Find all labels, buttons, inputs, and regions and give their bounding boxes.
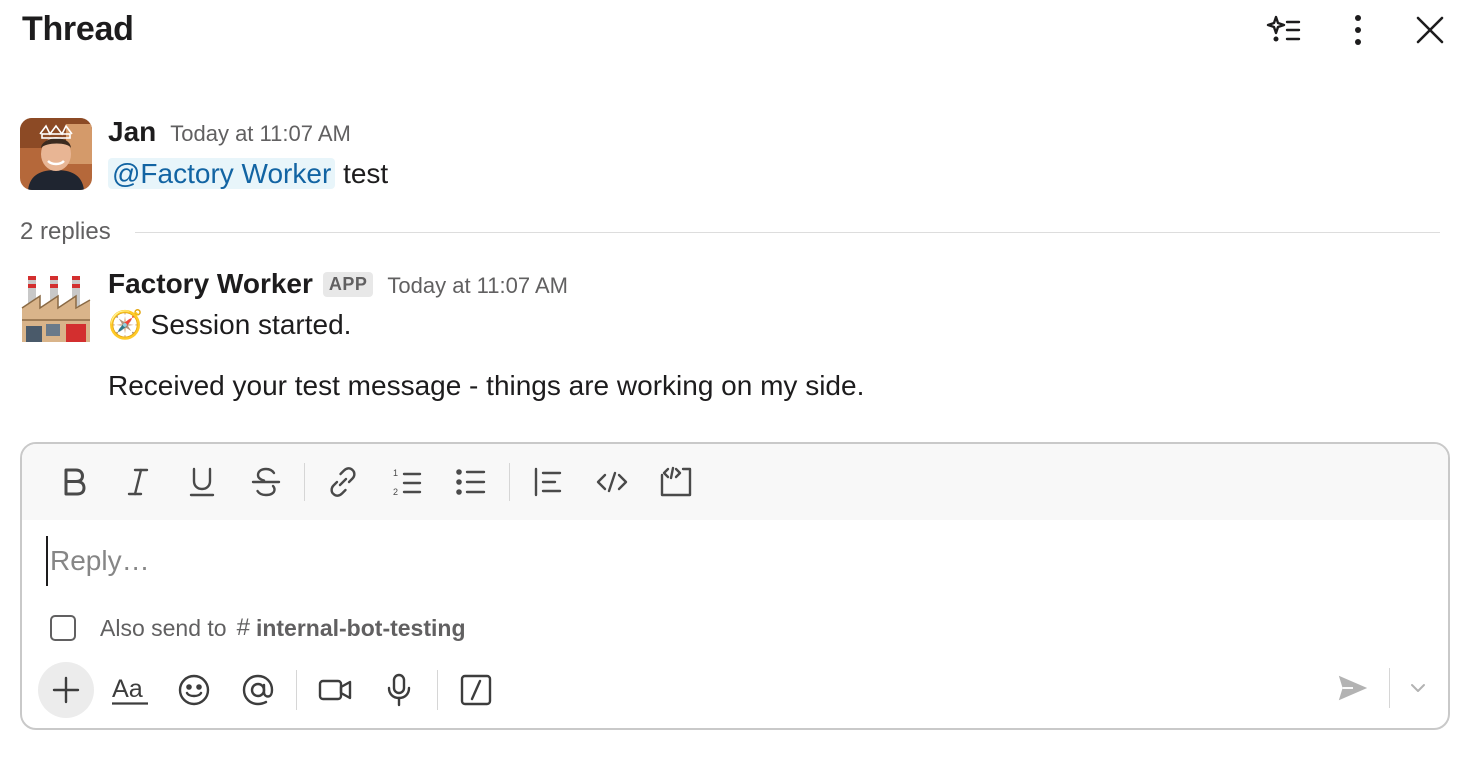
svg-text:Aa: Aa [112, 675, 144, 703]
channel-name: internal-bot-testing [255, 614, 466, 641]
plus-icon [52, 676, 80, 704]
link-button[interactable] [311, 454, 375, 510]
send-button[interactable] [1325, 660, 1381, 716]
code-button[interactable] [580, 454, 644, 510]
emoji-button[interactable] [162, 662, 226, 718]
replies-count: 2 replies [20, 218, 111, 245]
bold-icon [64, 468, 86, 496]
send-controls [1325, 660, 1438, 716]
emoji-icon [178, 674, 210, 706]
svg-text:1: 1 [393, 468, 398, 478]
user-mention[interactable]: @Factory Worker [108, 158, 336, 189]
reply-message-line1: 🧭 Session started. [108, 308, 351, 341]
italic-button[interactable] [106, 454, 170, 510]
ordered-list-button[interactable]: 1 2 [375, 454, 439, 510]
also-send-label: Also send to [100, 614, 227, 641]
link-icon [330, 467, 356, 497]
parent-message: Jan Today at 11:07 AM @Factory Worker te… [0, 112, 1480, 208]
avatar-jan[interactable] [20, 118, 92, 190]
compass-emoji: 🧭 [108, 309, 143, 340]
blockquote-button[interactable] [516, 454, 580, 510]
actions-separator [296, 670, 297, 710]
send-icon [1338, 675, 1368, 701]
code-icon [596, 471, 628, 493]
underline-button[interactable] [170, 454, 234, 510]
formatting-toggle-button[interactable]: Aa [98, 662, 162, 718]
chevron-down-icon [1411, 684, 1425, 692]
channel-hash-icon: # [236, 614, 250, 641]
video-clip-button[interactable] [303, 662, 367, 718]
thread-header: Thread [0, 0, 1480, 60]
code-block-icon [660, 466, 692, 497]
formatting-toolbar: 1 2 [22, 444, 1448, 520]
timestamp[interactable]: Today at 11:07 AM [170, 121, 351, 147]
factory-icon [20, 270, 92, 342]
ai-summary-icon [1266, 15, 1301, 42]
reply-message-header: Factory Worker APP Today at 11:07 AM [108, 268, 568, 300]
thread-title: Thread [22, 10, 134, 48]
close-icon [1416, 16, 1444, 44]
underline-icon [189, 467, 215, 497]
send-separator [1389, 668, 1390, 708]
toolbar-separator [509, 463, 510, 501]
reply-message-line2: Received your test message - things are … [108, 370, 865, 401]
reply-message: Factory Worker APP Today at 11:07 AM 🧭 S… [0, 264, 1480, 414]
replies-divider: 2 replies [20, 218, 1440, 246]
bulleted-list-button[interactable] [439, 454, 503, 510]
reply-input[interactable] [46, 536, 1426, 586]
user-photo [20, 118, 92, 190]
mention-icon [242, 674, 274, 706]
bulleted-list-icon [456, 469, 486, 495]
parent-message-body: @Factory Worker test [108, 158, 388, 190]
composer-actions: Aa [38, 660, 1438, 720]
timestamp[interactable]: Today at 11:07 AM [387, 273, 568, 299]
slash-command-icon [460, 674, 492, 706]
more-options-button[interactable] [1336, 8, 1380, 52]
app-badge: APP [322, 272, 374, 297]
mention-button[interactable] [226, 662, 290, 718]
bold-button[interactable] [42, 454, 106, 510]
code-block-button[interactable] [644, 454, 708, 510]
actions-separator [437, 670, 438, 710]
author-name[interactable]: Jan [108, 116, 156, 148]
also-send-row: Also send to # internal-bot-testing [50, 614, 466, 642]
toolbar-separator [304, 463, 305, 501]
author-name[interactable]: Factory Worker [108, 268, 313, 300]
close-thread-button[interactable] [1408, 8, 1452, 52]
divider-line [134, 231, 1440, 233]
parent-message-header: Jan Today at 11:07 AM [108, 116, 351, 148]
italic-icon [127, 468, 149, 496]
audio-clip-button[interactable] [367, 662, 431, 718]
strikethrough-icon [251, 467, 281, 497]
more-vertical-icon [1355, 15, 1361, 45]
video-icon [318, 679, 352, 701]
reply-composer: 1 2 Reply… Also send to # internal-bot-t… [20, 442, 1450, 730]
microphone-icon [387, 673, 411, 707]
svg-text:2: 2 [393, 487, 398, 497]
also-send-checkbox[interactable] [50, 615, 76, 641]
message-text: test [343, 158, 389, 189]
schedule-dropdown-button[interactable] [1398, 660, 1438, 716]
ordered-list-icon: 1 2 [393, 468, 422, 497]
formatting-icon: Aa [112, 675, 148, 705]
blockquote-icon [534, 467, 562, 497]
slash-command-button[interactable] [444, 662, 508, 718]
avatar-factory-worker[interactable] [20, 270, 92, 342]
message-text: Session started. [150, 309, 352, 340]
ai-summary-button[interactable] [1262, 8, 1306, 52]
strikethrough-button[interactable] [234, 454, 298, 510]
attach-button[interactable] [38, 662, 94, 718]
